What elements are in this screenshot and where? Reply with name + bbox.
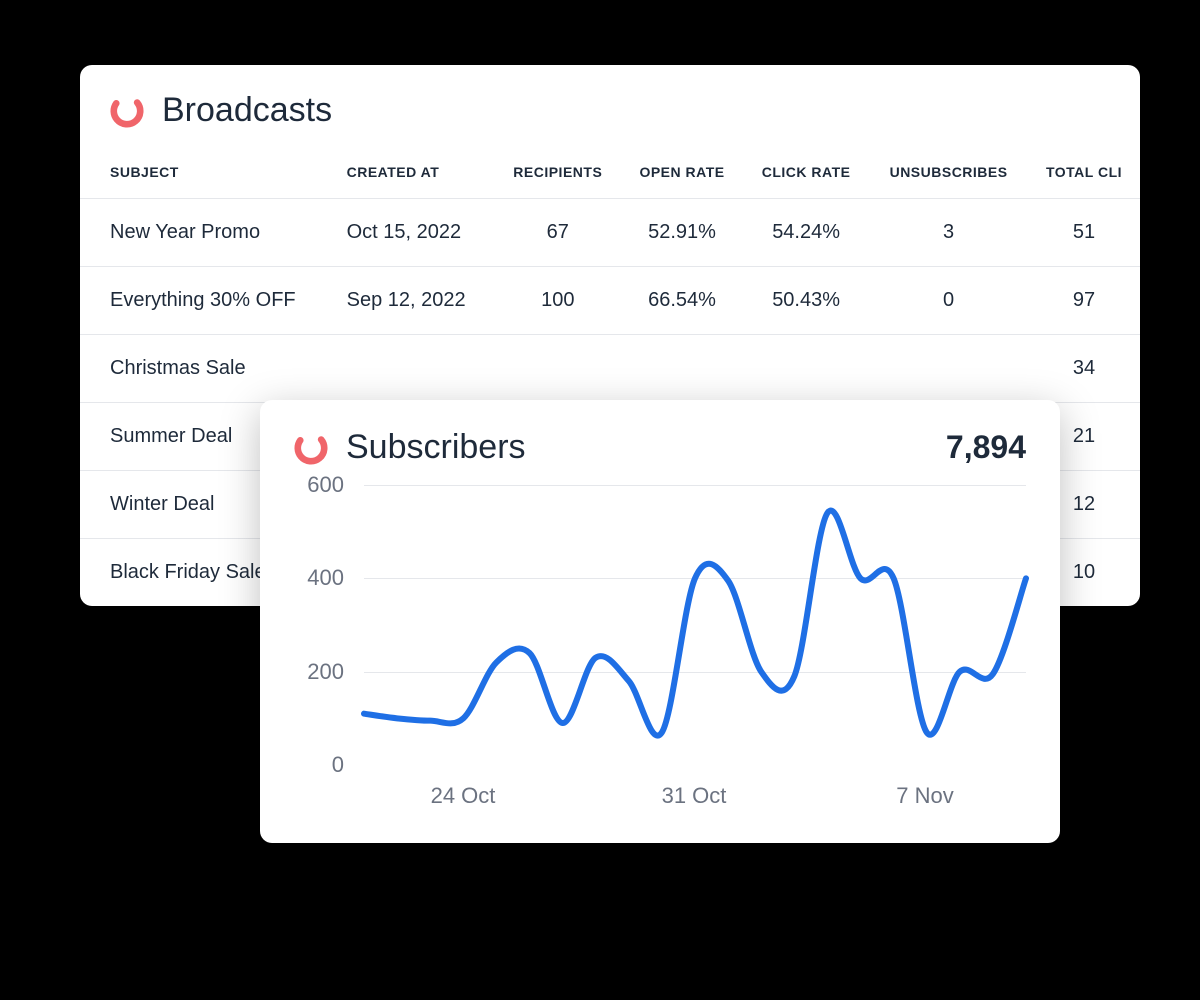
broadcasts-header: Broadcasts bbox=[80, 65, 1140, 150]
cell-created_at bbox=[335, 335, 495, 403]
x-tick-label: 7 Nov bbox=[896, 783, 953, 809]
table-row[interactable]: Everything 30% OFFSep 12, 202210066.54%5… bbox=[80, 267, 1140, 335]
cell-open_rate bbox=[621, 335, 743, 403]
table-header-row: SUBJECT CREATED AT RECIPIENTS OPEN RATE … bbox=[80, 150, 1140, 199]
cell-total_clicks: 51 bbox=[1028, 199, 1140, 267]
table-row[interactable]: New Year PromoOct 15, 20226752.91%54.24%… bbox=[80, 199, 1140, 267]
cell-click_rate: 54.24% bbox=[743, 199, 869, 267]
cell-total_clicks: 34 bbox=[1028, 335, 1140, 403]
cell-click_rate bbox=[743, 335, 869, 403]
brand-logo-icon bbox=[294, 431, 328, 465]
cell-created_at: Oct 15, 2022 bbox=[335, 199, 495, 267]
cell-unsubscribes bbox=[869, 335, 1028, 403]
cell-subject: Christmas Sale bbox=[80, 335, 335, 403]
x-tick-label: 24 Oct bbox=[431, 783, 496, 809]
table-row[interactable]: Christmas Sale 34 bbox=[80, 335, 1140, 403]
cell-open_rate: 52.91% bbox=[621, 199, 743, 267]
cell-created_at: Sep 12, 2022 bbox=[335, 267, 495, 335]
col-open-rate: OPEN RATE bbox=[621, 150, 743, 199]
cell-click_rate: 50.43% bbox=[743, 267, 869, 335]
y-tick-label: 600 bbox=[307, 472, 344, 498]
cell-subject: Everything 30% OFF bbox=[80, 267, 335, 335]
subscribers-header: Subscribers 7,894 bbox=[294, 428, 1026, 467]
subscribers-count: 7,894 bbox=[946, 429, 1026, 466]
subscribers-title: Subscribers bbox=[346, 428, 526, 467]
col-total-clicks: TOTAL CLI bbox=[1028, 150, 1140, 199]
cell-subject: New Year Promo bbox=[80, 199, 335, 267]
broadcasts-title: Broadcasts bbox=[162, 91, 332, 130]
subscribers-card: Subscribers 7,894 0 200 400 600 24 Oct 31 Oc… bbox=[260, 400, 1060, 843]
cell-open_rate: 66.54% bbox=[621, 267, 743, 335]
col-unsubscribes: UNSUBSCRIBES bbox=[869, 150, 1028, 199]
subscribers-chart: 0200400600 24 Oct31 Oct7 Nov bbox=[294, 485, 1026, 815]
chart-line bbox=[364, 511, 1026, 736]
brand-logo-icon bbox=[110, 94, 144, 128]
cell-total_clicks: 97 bbox=[1028, 267, 1140, 335]
y-tick-label: 0 bbox=[332, 752, 344, 778]
cell-recipients bbox=[495, 335, 621, 403]
x-tick-label: 31 Oct bbox=[662, 783, 727, 809]
col-created-at: CREATED AT bbox=[335, 150, 495, 199]
y-tick-label: 400 bbox=[307, 565, 344, 591]
y-tick-label: 200 bbox=[307, 659, 344, 685]
cell-recipients: 100 bbox=[495, 267, 621, 335]
cell-recipients: 67 bbox=[495, 199, 621, 267]
col-subject: SUBJECT bbox=[80, 150, 335, 199]
col-recipients: RECIPIENTS bbox=[495, 150, 621, 199]
col-click-rate: CLICK RATE bbox=[743, 150, 869, 199]
cell-unsubscribes: 3 bbox=[869, 199, 1028, 267]
cell-unsubscribes: 0 bbox=[869, 267, 1028, 335]
